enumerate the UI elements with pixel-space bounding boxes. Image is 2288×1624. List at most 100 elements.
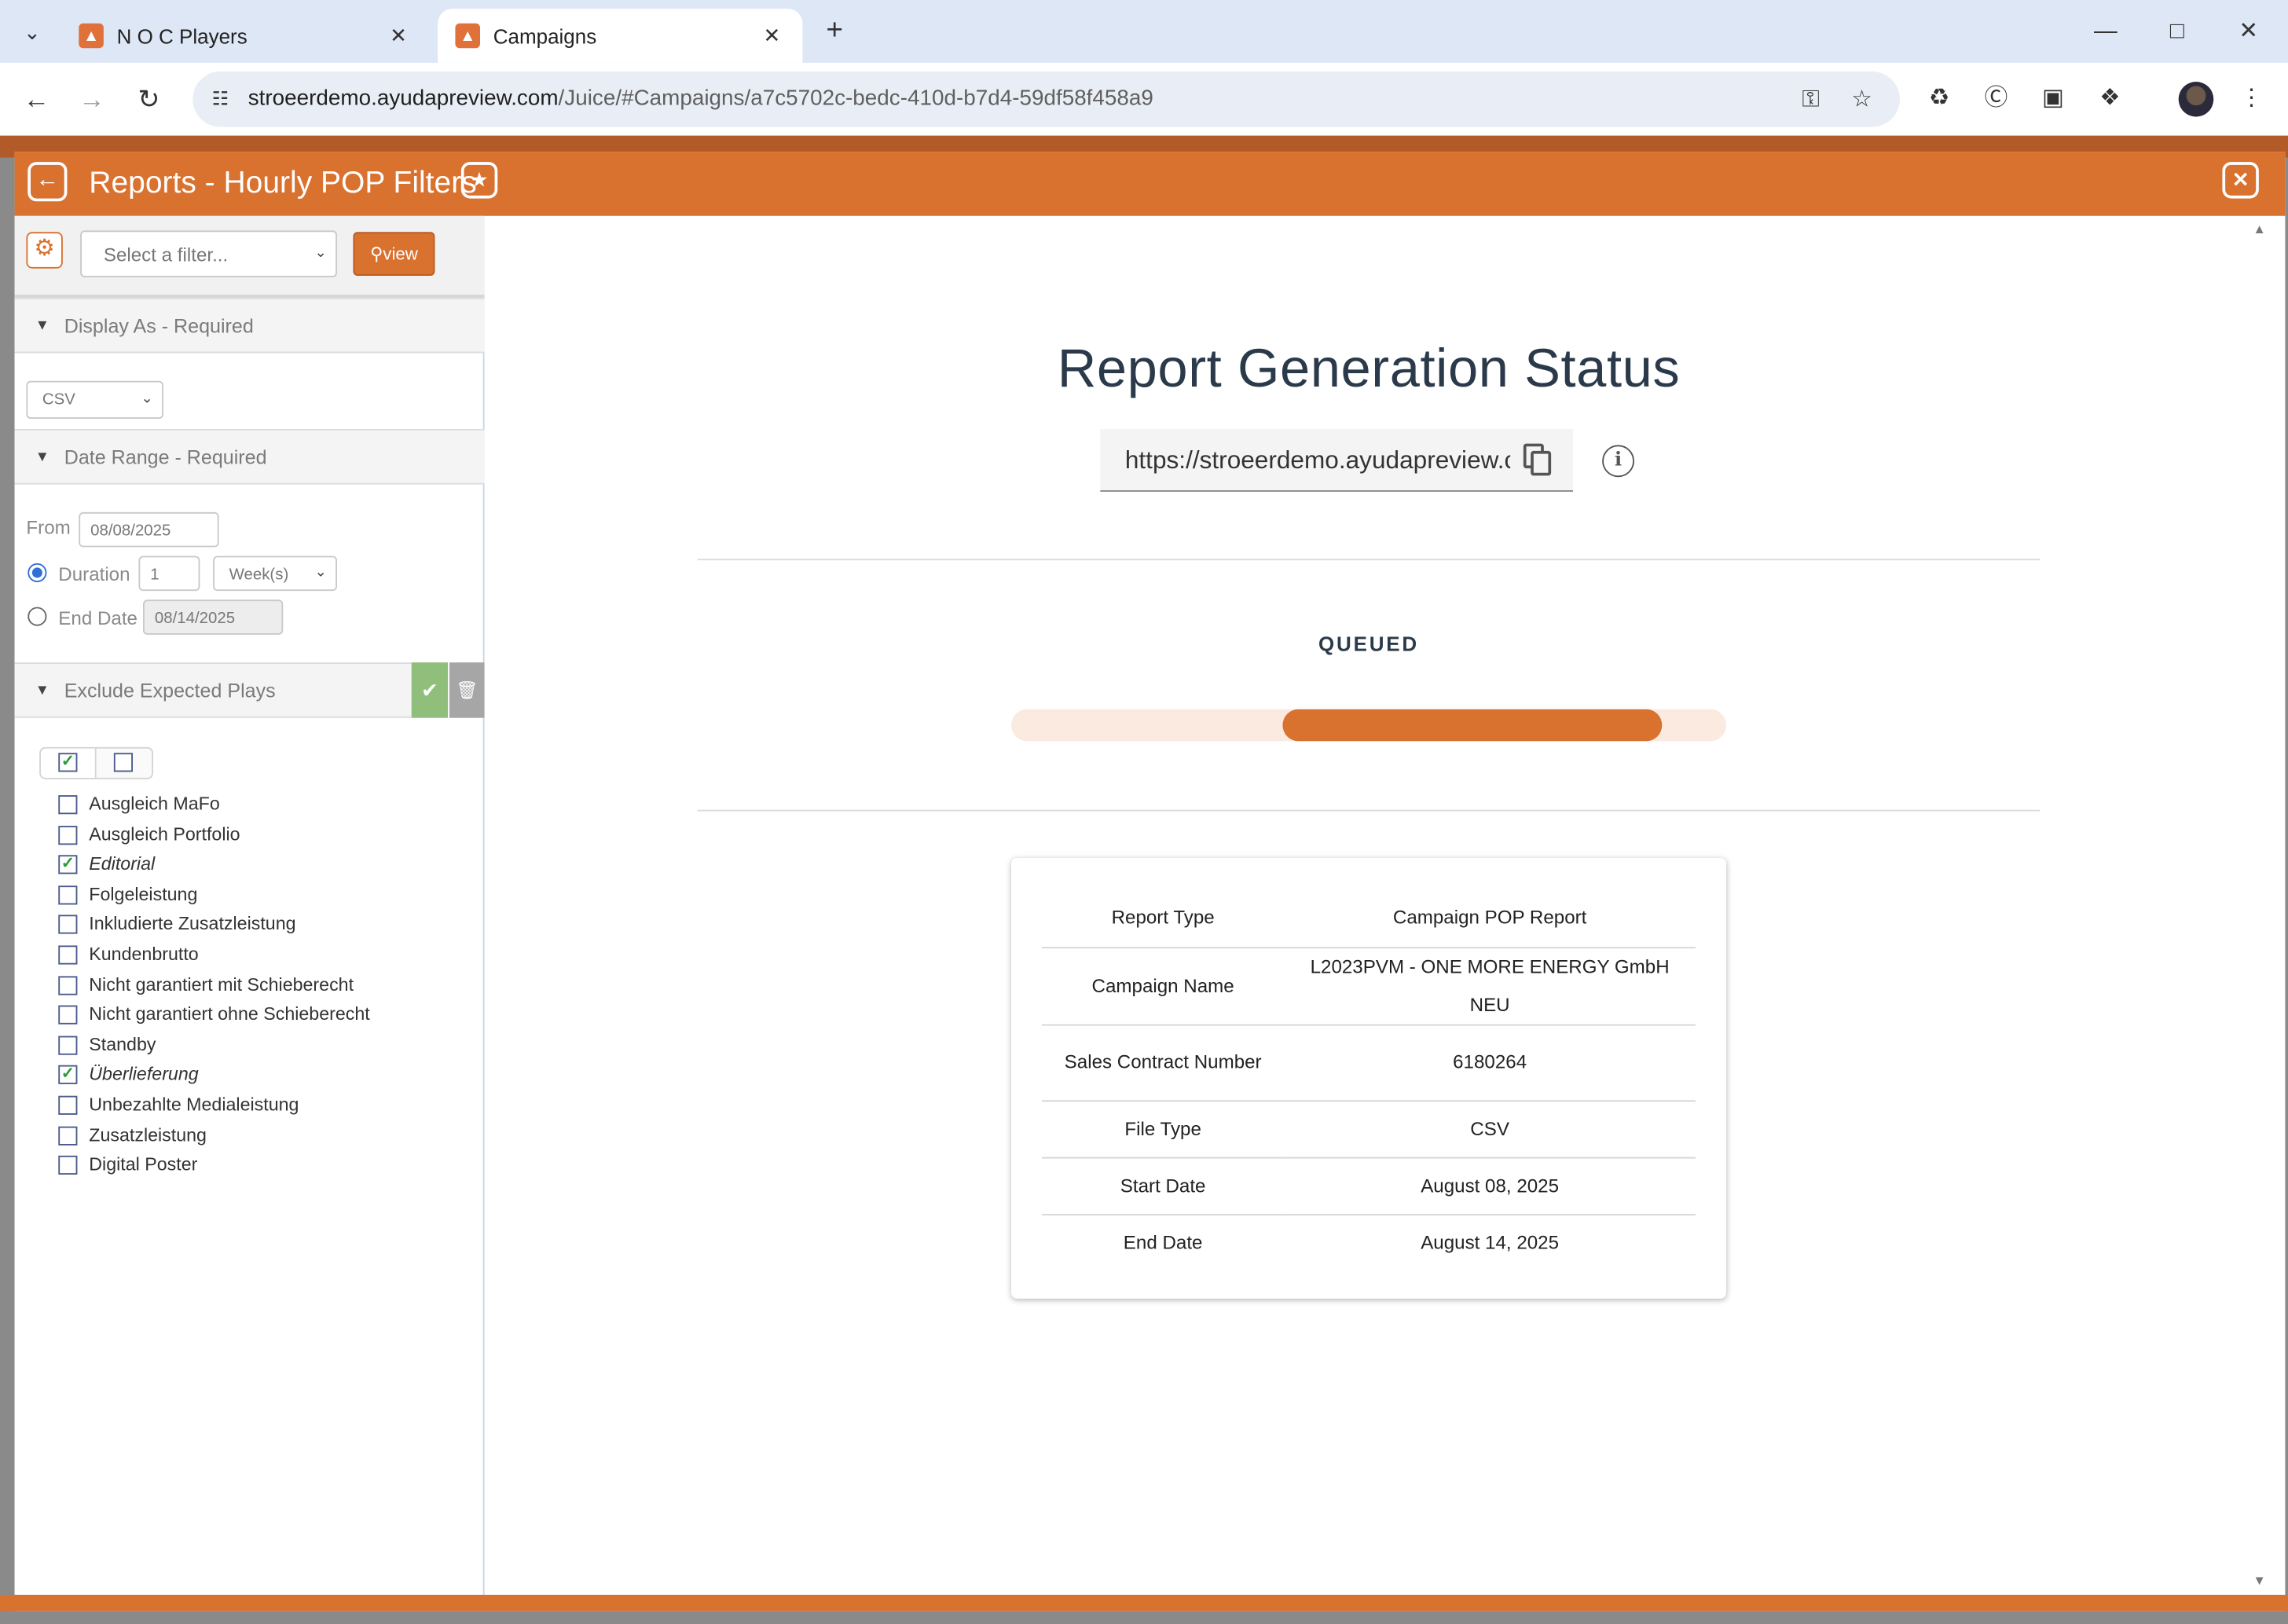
minimize-icon[interactable]: — xyxy=(2084,12,2128,53)
end-date-input: 08/14/2025 xyxy=(143,599,284,635)
address-bar[interactable]: ☷ stroeerdemo.ayudapreview.com/Juice/#Ca… xyxy=(192,71,1901,127)
divider xyxy=(697,559,2040,561)
section-display-as[interactable]: ▼ Display As - Required xyxy=(14,297,485,354)
exclude-item-label[interactable]: Kundenbrutto xyxy=(89,944,198,965)
back-arrow-icon[interactable]: ← xyxy=(16,79,57,119)
browser-menu-icon[interactable]: ⋮ xyxy=(2235,83,2268,115)
modal-close-icon[interactable]: ✕ xyxy=(2222,162,2259,199)
exclude-checkbox[interactable] xyxy=(58,795,78,815)
section-date-range[interactable]: ▼ Date Range - Required xyxy=(14,429,485,485)
modal-footer-bar xyxy=(0,1594,2288,1611)
tab-close-icon[interactable]: ✕ xyxy=(385,24,411,49)
back-icon[interactable]: ← xyxy=(28,162,68,202)
exclude-checkbox[interactable] xyxy=(58,945,78,965)
exclude-item-label[interactable]: Ausgleich MaFo xyxy=(89,794,219,814)
checkbox-checked-icon: ✓ xyxy=(58,753,78,772)
view-button[interactable]: ⚲view xyxy=(353,232,435,277)
copy-icon[interactable] xyxy=(1522,442,1554,478)
exclude-item-label[interactable]: Nicht garantiert ohne Schieberecht xyxy=(89,1004,369,1025)
exclude-item-label[interactable]: Folgeleistung xyxy=(89,884,197,904)
password-key-icon[interactable]: ⚿ xyxy=(1795,85,1827,117)
browser-tab-campaigns[interactable]: ▲ Campaigns ✕ xyxy=(438,9,803,63)
display-as-select[interactable]: CSV ⌄ xyxy=(26,380,164,420)
display-as-value: CSV xyxy=(42,390,75,409)
gear-icon[interactable]: ⚙ xyxy=(26,232,63,269)
favorite-star-icon[interactable]: ★ xyxy=(460,162,498,199)
tab-title: N O C Players xyxy=(116,24,248,48)
filter-panel: ⚙ Select a filter... ⌄ ⚲view ▼ Display A… xyxy=(14,215,485,1595)
duration-radio[interactable] xyxy=(28,563,47,583)
filter-select[interactable]: Select a filter... ⌄ xyxy=(80,230,338,277)
site-settings-icon[interactable]: ☷ xyxy=(207,86,233,112)
exclude-item-label[interactable]: Unbezahlte Medialeistung xyxy=(89,1094,299,1115)
details-key: Report Type xyxy=(1111,905,1215,928)
report-link-field[interactable]: https://stroeerdemo.ayudapreview.com/ xyxy=(1100,429,1574,492)
progress-bar-fill xyxy=(1282,709,1663,742)
details-key: File Type xyxy=(1124,1116,1201,1139)
exclude-item-label[interactable]: Standby xyxy=(89,1034,156,1054)
exclude-checkbox[interactable] xyxy=(58,1005,78,1025)
exclude-checkbox[interactable] xyxy=(58,1125,78,1146)
exclude-checkbox[interactable] xyxy=(58,1036,78,1055)
exclude-checkbox[interactable] xyxy=(58,885,78,905)
end-date-radio[interactable] xyxy=(28,607,47,626)
forward-arrow-icon[interactable]: → xyxy=(72,79,112,119)
exclude-checkbox[interactable] xyxy=(58,915,78,935)
chevron-down-icon: ⌄ xyxy=(314,564,328,581)
from-label: From xyxy=(26,516,71,539)
maximize-icon[interactable]: □ xyxy=(2155,12,2199,53)
new-tab-plus-icon[interactable]: + xyxy=(817,15,852,50)
exclude-item-label[interactable]: Zusatzleistung xyxy=(89,1124,207,1145)
recycle-extension-icon[interactable]: ♻ xyxy=(1923,83,1956,115)
info-icon[interactable]: i xyxy=(1602,445,1635,478)
progress-bar xyxy=(1011,709,1727,742)
window-close-icon[interactable]: ✕ xyxy=(2227,12,2271,53)
details-key: Campaign Name xyxy=(1091,973,1234,996)
details-key: Sales Contract Number xyxy=(1064,1050,1262,1073)
select-none-button[interactable] xyxy=(97,749,153,778)
exclude-item-label[interactable]: Überlieferung xyxy=(89,1065,198,1085)
select-all-button[interactable]: ✓ xyxy=(41,748,97,778)
exclude-item-label[interactable]: Ausgleich Portfolio xyxy=(89,824,240,845)
profile-avatar[interactable] xyxy=(2178,82,2214,117)
exclude-item-label[interactable]: Nicht garantiert mit Schieberecht xyxy=(89,974,354,995)
report-link-text: https://stroeerdemo.ayudapreview.com/ xyxy=(1124,446,1510,475)
extensions-puzzle-icon[interactable]: ❖ xyxy=(2094,83,2126,115)
screen-capture-icon[interactable]: ▣ xyxy=(2037,83,2070,115)
chevron-down-icon: ⌄ xyxy=(314,244,328,262)
trash-icon[interactable]: 🗑 xyxy=(449,662,485,718)
exclude-item-label[interactable]: Inkludierte Zusatzleistung xyxy=(89,914,295,934)
duration-input[interactable]: 1 xyxy=(138,555,200,592)
browser-tab-noc-players[interactable]: ▲ N O C Players ✕ xyxy=(61,9,429,63)
w-extension-icon[interactable]: Ⓒ xyxy=(1980,83,2012,115)
exclude-checkbox-checked[interactable]: ✓ xyxy=(58,855,78,874)
view-button-label: view xyxy=(383,244,418,265)
duration-unit-select[interactable]: Week(s) ⌄ xyxy=(213,555,338,592)
tab-close-icon[interactable]: ✕ xyxy=(759,24,785,49)
exclude-item-label[interactable]: Digital Poster xyxy=(89,1154,197,1175)
section-title: Display As - Required xyxy=(64,315,254,338)
collapse-triangle-icon: ▼ xyxy=(35,317,50,335)
apply-check-icon[interactable]: ✔ xyxy=(411,662,449,718)
scroll-down-arrow-icon[interactable]: ▼ xyxy=(2253,1573,2266,1588)
report-status-heading: Report Generation Status xyxy=(1057,338,1681,399)
url-host: stroeerdemo.ayudapreview.com xyxy=(248,86,559,112)
exclude-checkbox[interactable] xyxy=(58,1156,78,1175)
exclude-checkbox[interactable] xyxy=(58,1095,78,1115)
scroll-up-arrow-icon[interactable]: ▲ xyxy=(2253,222,2266,236)
report-details-table: Report Type Campaign POP Report Campaign N… xyxy=(1042,889,1696,1271)
from-date-input[interactable]: 08/08/2025 xyxy=(79,511,219,548)
section-exclude-expected-plays[interactable]: ▼ Exclude Expected Plays xyxy=(14,662,412,718)
reload-icon[interactable]: ↻ xyxy=(128,79,169,119)
exclude-checkbox-checked[interactable]: ✓ xyxy=(58,1065,78,1085)
duration-unit-value: Week(s) xyxy=(229,566,289,584)
bookmark-star-icon[interactable]: ☆ xyxy=(1846,85,1878,117)
chevron-down-icon: ⌄ xyxy=(141,390,154,408)
exclude-checkbox[interactable] xyxy=(58,825,78,845)
filter-toolbar: ⚙ Select a filter... ⌄ ⚲view xyxy=(14,215,485,298)
exclude-checkbox[interactable] xyxy=(58,975,78,995)
browser-toolbar: ← → ↻ ☷ stroeerdemo.ayudapreview.com/Jui… xyxy=(0,62,2288,136)
tab-search-chevron-icon[interactable]: ⌄ xyxy=(12,12,53,53)
url-text: stroeerdemo.ayudapreview.com/Juice/#Camp… xyxy=(248,86,1153,112)
exclude-item-label[interactable]: Editorial xyxy=(89,854,155,874)
